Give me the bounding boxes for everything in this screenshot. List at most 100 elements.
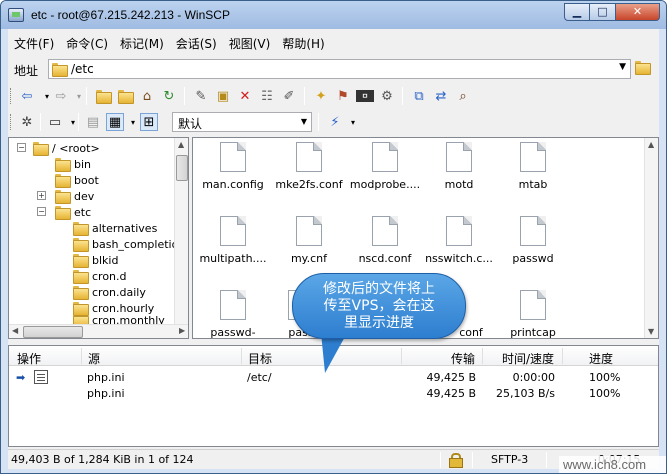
back-arrow-icon[interactable]: ⇦ <box>18 87 36 105</box>
file-item[interactable]: nscd.conf <box>345 216 425 265</box>
file-name: modprobe.... <box>349 178 421 191</box>
tree-item-cron-daily[interactable]: cron.daily <box>73 284 146 300</box>
column-operation[interactable]: 操作 <box>17 350 41 367</box>
open-icon[interactable]: ▣ <box>214 87 232 105</box>
address-go-folder-icon[interactable] <box>635 61 651 75</box>
delete-icon[interactable]: ✕ <box>236 87 254 105</box>
transfer-settings-select[interactable]: 默认 ▼ <box>172 112 312 132</box>
file-item[interactable]: multipath.... <box>193 216 273 265</box>
view-icon[interactable]: ▭ <box>46 113 64 131</box>
folder-icon <box>33 142 49 156</box>
scroll-thumb[interactable] <box>176 155 188 181</box>
file-item[interactable]: modprobe.... <box>345 142 425 191</box>
terminal-icon[interactable]: ㅁ <box>356 90 374 102</box>
tree-item-bash-completion[interactable]: bash_completion <box>73 236 185 252</box>
maximize-button[interactable]: □ <box>590 3 616 21</box>
menu-file[interactable]: 文件(F) <box>8 32 60 52</box>
scroll-up-icon[interactable]: ▲ <box>178 140 184 149</box>
scroll-left-icon[interactable]: ◀ <box>12 326 18 335</box>
menu-view[interactable]: 视图(V) <box>223 32 277 52</box>
file-item[interactable]: mtab <box>493 142 573 191</box>
menu-mark[interactable]: 标记(M) <box>114 32 170 52</box>
file-icon <box>220 290 246 320</box>
transfer-options-icon[interactable]: ⚡ <box>326 113 344 131</box>
column-time-speed[interactable]: 时间/速度 <box>502 350 554 367</box>
file-list-vertical-scrollbar[interactable]: ▲ ▼ <box>644 138 658 338</box>
column-target[interactable]: 目标 <box>248 350 272 367</box>
tree-horizontal-scrollbar[interactable]: ◀ ▶ <box>9 324 188 338</box>
parent-folder-icon[interactable] <box>94 87 112 105</box>
properties-icon[interactable]: ☷ <box>258 87 276 105</box>
file-item[interactable]: passwd <box>493 216 573 265</box>
tree-view-icon[interactable]: ⊞ <box>140 113 158 131</box>
rename-icon[interactable]: ✐ <box>280 87 298 105</box>
close-button[interactable]: ✕ <box>616 3 660 21</box>
column-divider[interactable] <box>241 348 242 364</box>
tree-item-cron-monthly[interactable]: cron.monthly <box>73 316 165 324</box>
toolbar-separator <box>304 87 305 105</box>
title-bar[interactable]: etc - root@67.215.242.213 - WinSCP ▁ □ ✕ <box>1 1 666 29</box>
tree-vertical-scrollbar[interactable]: ▲ <box>174 138 188 324</box>
new-folder-icon[interactable]: ✦ <box>312 87 330 105</box>
column-divider[interactable] <box>482 348 483 364</box>
file-icon <box>520 216 546 246</box>
refresh-icon[interactable]: ↻ <box>160 87 178 105</box>
home-icon[interactable]: ⌂ <box>138 87 156 105</box>
tree-item-cron-hourly[interactable]: cron.hourly <box>73 300 154 316</box>
minimize-button[interactable]: ▁ <box>564 3 590 21</box>
compare-directories-icon[interactable]: ⧉ <box>410 87 428 105</box>
sort-icon[interactable]: ▦ <box>106 113 124 131</box>
menu-session[interactable]: 会话(S) <box>170 32 223 52</box>
tree-item-alternatives[interactable]: alternatives <box>73 220 157 236</box>
file-item[interactable]: mke2fs.conf <box>269 142 349 191</box>
tree-item-blkid[interactable]: blkid <box>73 252 118 268</box>
edit-file-icon[interactable]: ✎ <box>192 87 210 105</box>
menu-help[interactable]: 帮助(H) <box>276 32 330 52</box>
address-field[interactable]: /etc ▼ <box>48 59 631 79</box>
synchronize-icon[interactable]: ⇄ <box>432 87 450 105</box>
tree-item-cron-d[interactable]: cron.d <box>73 268 127 284</box>
scroll-down-icon[interactable]: ▼ <box>648 327 654 336</box>
scroll-up-icon[interactable]: ▲ <box>648 140 654 149</box>
lock-icon[interactable] <box>449 453 463 468</box>
address-dropdown-icon[interactable]: ▼ <box>619 62 626 72</box>
collapse-icon[interactable]: − <box>37 207 46 216</box>
file-item[interactable]: nsswitch.c... <box>419 216 499 265</box>
toolbar-grip[interactable] <box>10 114 13 130</box>
scroll-thumb[interactable] <box>23 326 83 338</box>
file-item[interactable]: printcap <box>493 290 573 338</box>
queue-row[interactable]: php.ini 49,425 B 25,103 B/s 100% <box>9 386 658 402</box>
tree-item-boot[interactable]: boot <box>55 172 99 188</box>
file-item[interactable]: man.config <box>193 142 273 191</box>
column-divider[interactable] <box>401 348 402 364</box>
column-divider[interactable] <box>562 348 563 364</box>
column-transferred[interactable]: 传输 <box>451 350 475 367</box>
preferences-gear-icon[interactable]: ✲ <box>18 113 36 131</box>
transfer-options-dropdown-icon[interactable]: ▾ <box>344 113 362 131</box>
file-item[interactable]: motd <box>419 142 499 191</box>
add-bookmark-icon[interactable]: ⚑ <box>334 87 352 105</box>
view-dropdown-icon[interactable]: ▾ <box>64 113 82 131</box>
column-divider[interactable] <box>81 348 82 364</box>
tree-item-dev[interactable]: + dev <box>37 188 94 204</box>
filter-icon[interactable]: ⚙ <box>378 87 396 105</box>
directory-tree[interactable]: − / <root> bin boot + dev − etc alternat… <box>8 137 189 339</box>
file-icon <box>220 216 246 246</box>
menu-commands[interactable]: 命令(C) <box>60 32 114 52</box>
scroll-right-icon[interactable]: ▶ <box>179 326 185 335</box>
expand-icon[interactable]: + <box>37 191 46 200</box>
column-progress[interactable]: 进度 <box>589 350 613 367</box>
file-item[interactable]: my.cnf <box>269 216 349 265</box>
winscp-app-icon[interactable] <box>8 8 24 22</box>
tree-item-etc[interactable]: − etc <box>37 204 91 220</box>
tree-item-bin[interactable]: bin <box>55 156 91 172</box>
collapse-icon[interactable]: − <box>17 143 26 152</box>
root-folder-icon[interactable] <box>116 87 134 105</box>
chevron-down-icon[interactable]: ▼ <box>301 117 307 126</box>
forward-arrow-icon[interactable]: ⇨ <box>52 87 70 105</box>
tree-item-root[interactable]: − / <root> <box>17 140 100 156</box>
toolbar-grip[interactable] <box>10 88 13 104</box>
find-files-icon[interactable]: ⌕ <box>454 87 472 105</box>
column-source[interactable]: 源 <box>88 350 100 367</box>
queue-icon[interactable]: ▤ <box>84 113 102 131</box>
